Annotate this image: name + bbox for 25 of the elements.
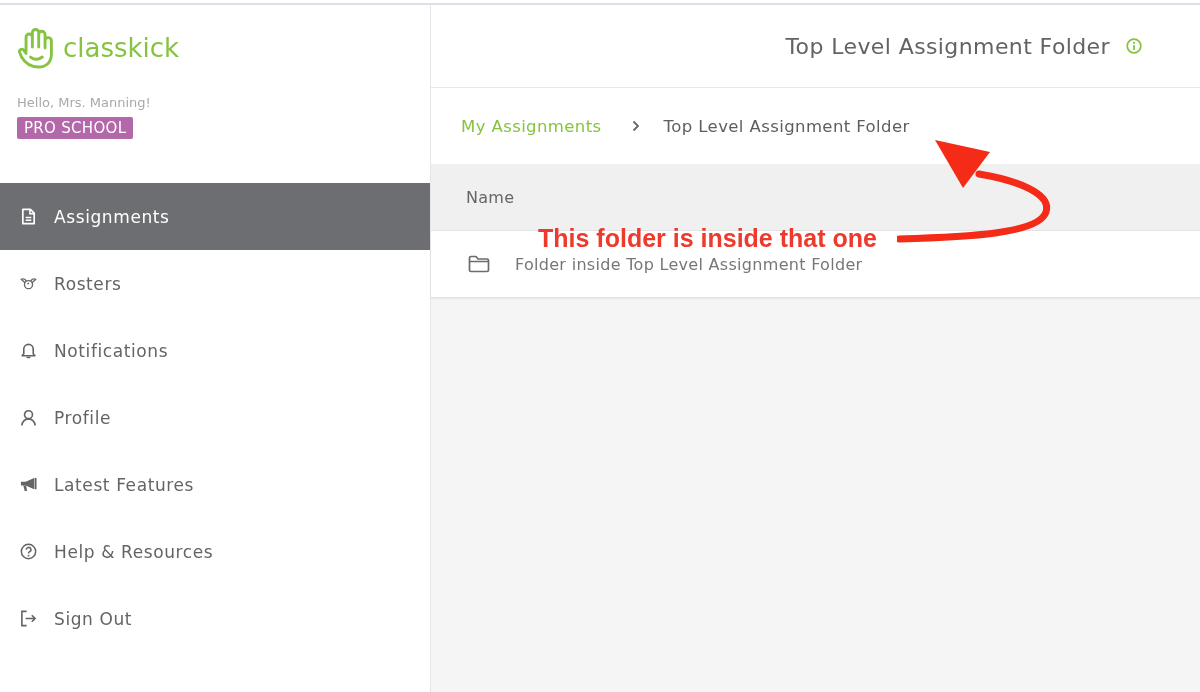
folder-name[interactable]: Folder inside Top Level Assignment Folder: [515, 254, 863, 274]
nav-item[interactable]: Latest Features: [0, 451, 430, 518]
hand-logo-icon: [17, 27, 55, 69]
info-icon[interactable]: [1126, 38, 1142, 54]
document-icon: [20, 208, 37, 225]
nav-item[interactable]: Profile: [0, 384, 430, 451]
greeting-text: Hello, Mrs. Manning!: [17, 95, 152, 111]
person-icon: [20, 409, 37, 426]
nav-item[interactable]: Assignments: [0, 183, 430, 250]
brand-name: classkick: [63, 33, 180, 63]
chevron-right-icon: [631, 120, 640, 132]
nav-item[interactable]: Notifications: [0, 317, 430, 384]
animal-face-icon: [20, 275, 37, 292]
folder-icon: [468, 255, 490, 273]
question-circle-icon: [20, 543, 37, 560]
plan-tag: PRO SCHOOL: [17, 117, 134, 139]
sign-out-icon: [20, 610, 37, 627]
page-title: Top Level Assignment Folder: [785, 33, 1110, 59]
column-header: Name: [466, 187, 515, 207]
bell-icon: [20, 342, 37, 359]
nav-item[interactable]: Help & Resources: [0, 518, 430, 585]
breadcrumb-current: Top Level Assignment Folder: [663, 116, 910, 136]
nav-item[interactable]: Rosters: [0, 250, 430, 317]
nav-item[interactable]: Sign Out: [0, 585, 430, 652]
megaphone-icon: [20, 476, 37, 493]
